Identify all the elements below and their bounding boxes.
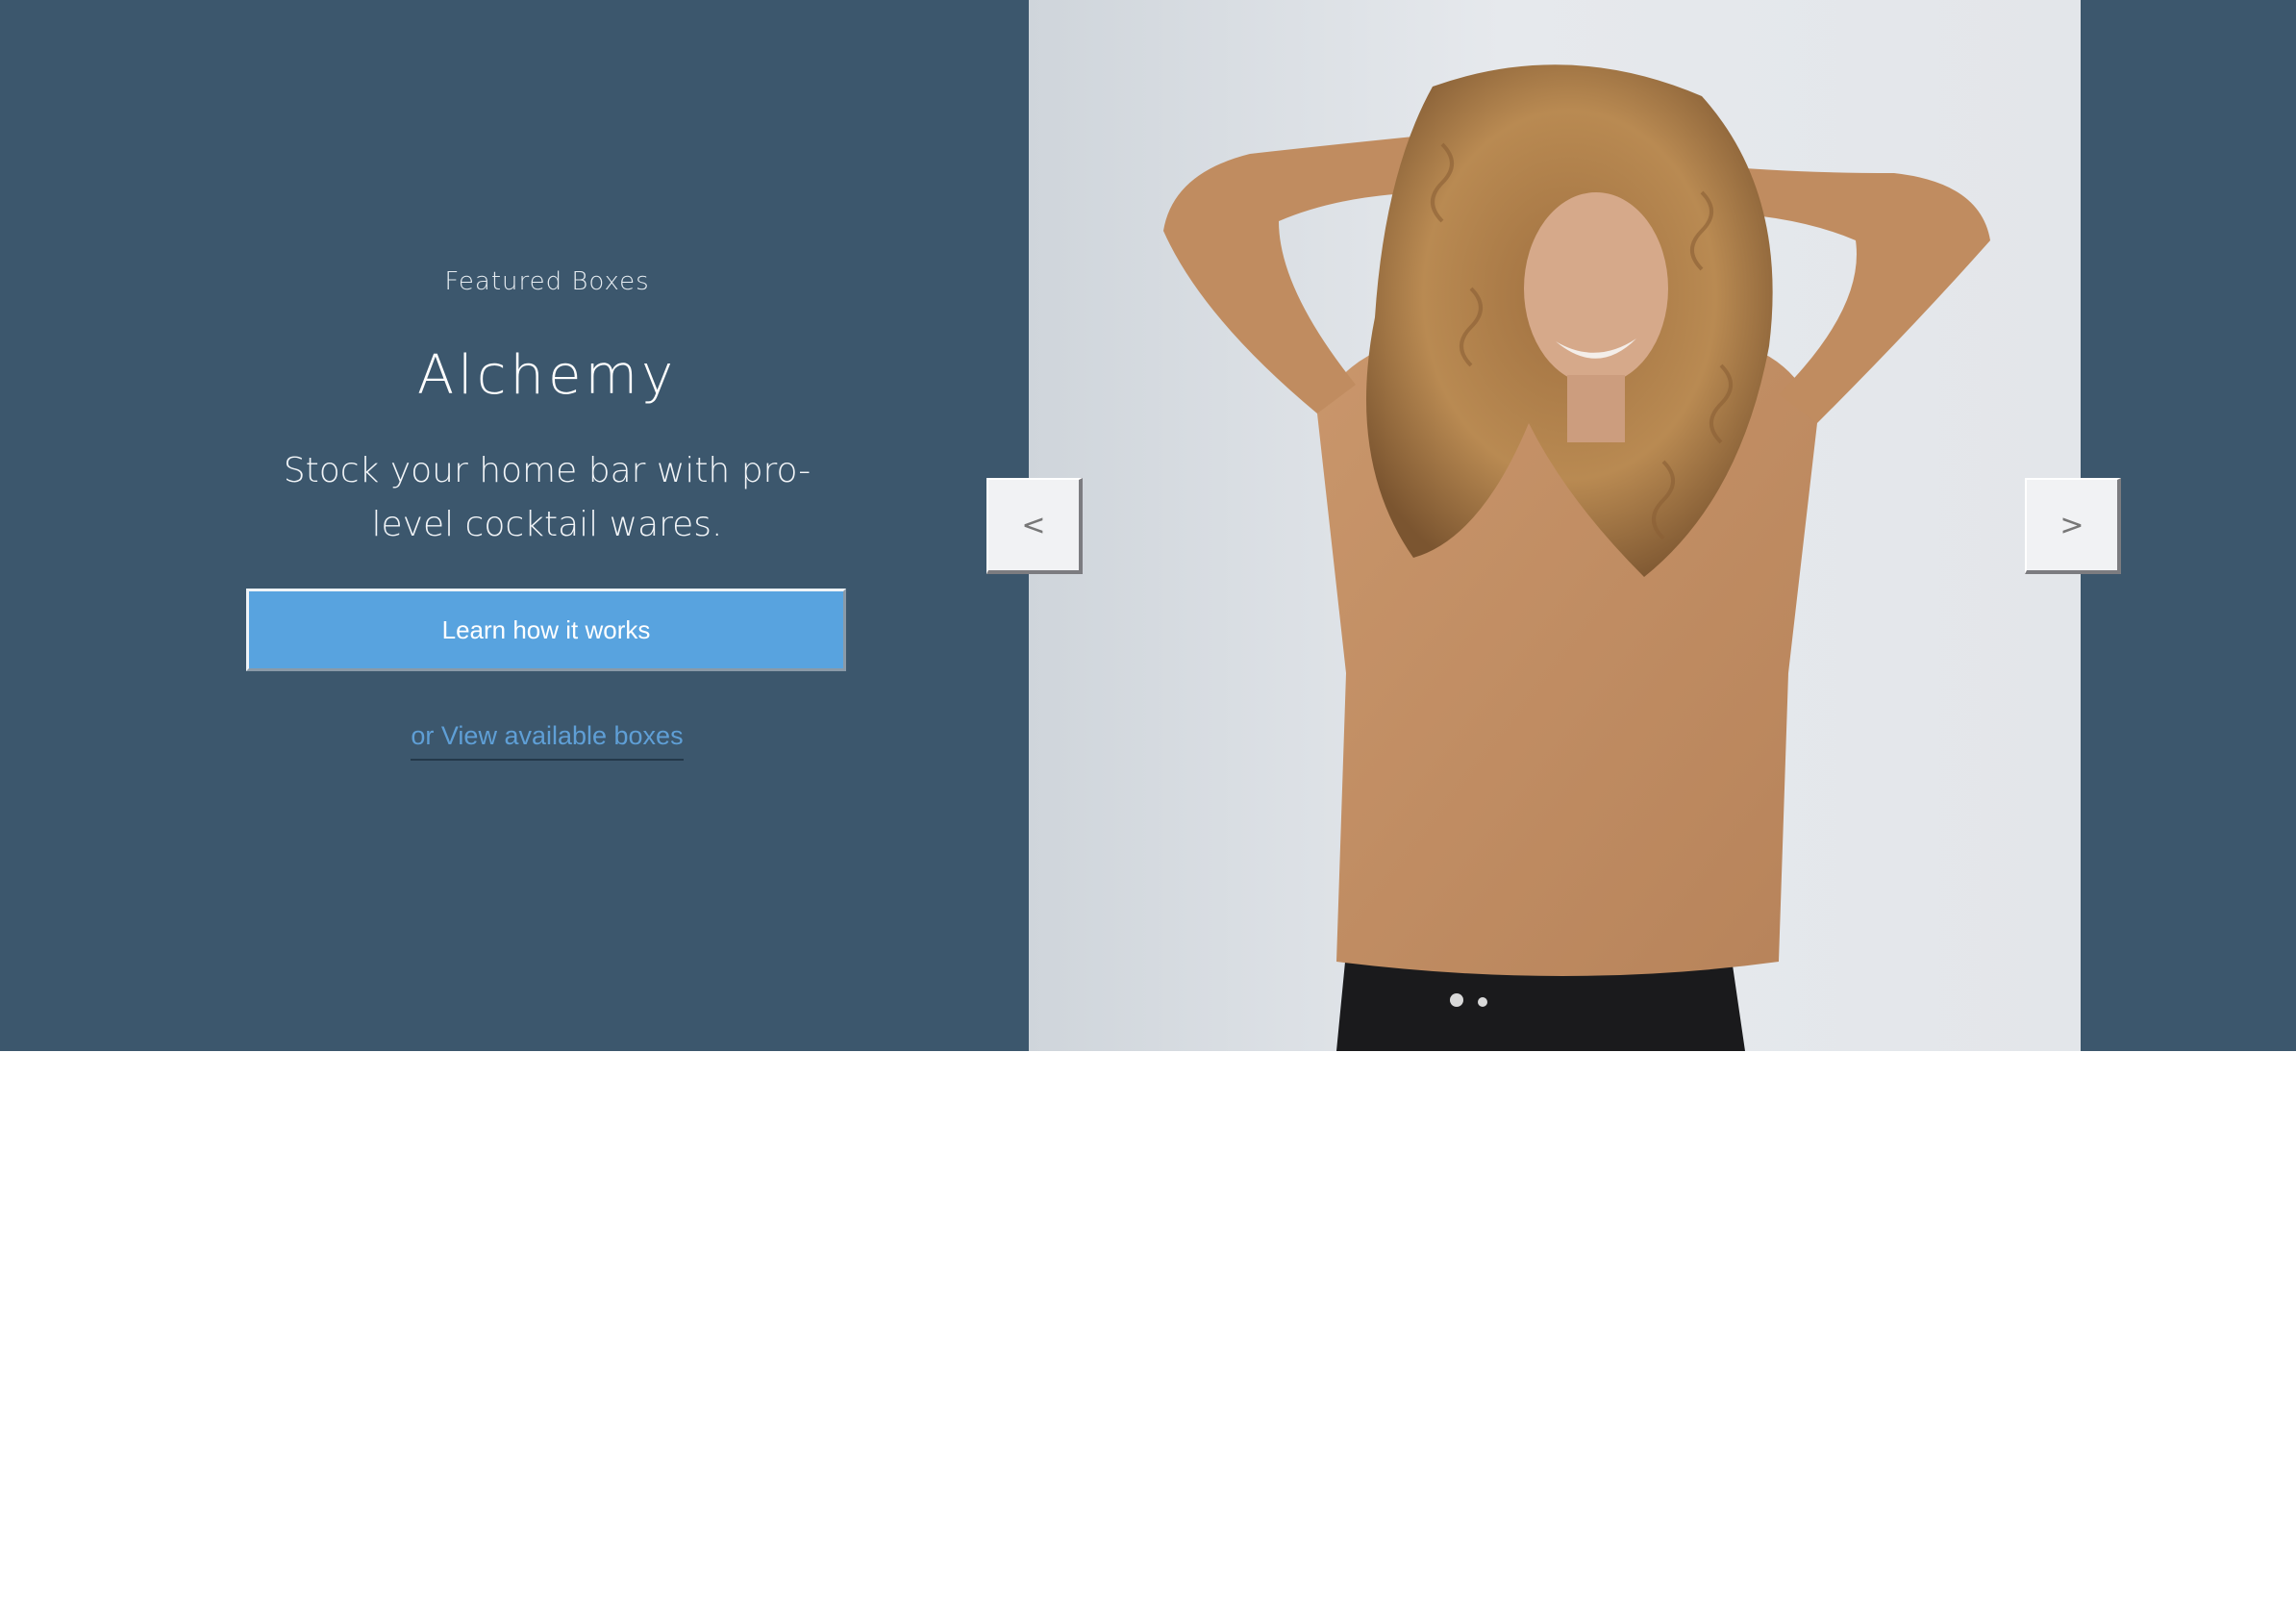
chevron-right-icon: >	[2059, 509, 2084, 542]
carousel-next-button[interactable]: >	[2025, 478, 2121, 574]
hero-title: Alchemy	[416, 344, 678, 407]
secondary-link-wrapper: or View available boxes	[0, 721, 1094, 761]
eyebrow-label: Featured Boxes	[444, 267, 650, 296]
carousel-prev-button[interactable]: <	[986, 478, 1083, 574]
learn-how-it-works-button[interactable]: Learn how it works	[246, 589, 846, 671]
hero-copy: Featured Boxes Alchemy Stock your home b…	[0, 0, 1094, 1051]
view-available-boxes-link[interactable]: or View available boxes	[411, 721, 684, 761]
hero-photo	[1029, 0, 2081, 1051]
hero-subtitle: Stock your home bar with pro-level cockt…	[283, 451, 811, 544]
hero-section: Featured Boxes Alchemy Stock your home b…	[0, 0, 2296, 1051]
chevron-left-icon: <	[1021, 509, 1046, 542]
woman-in-sweater-image	[1163, 64, 1990, 1051]
